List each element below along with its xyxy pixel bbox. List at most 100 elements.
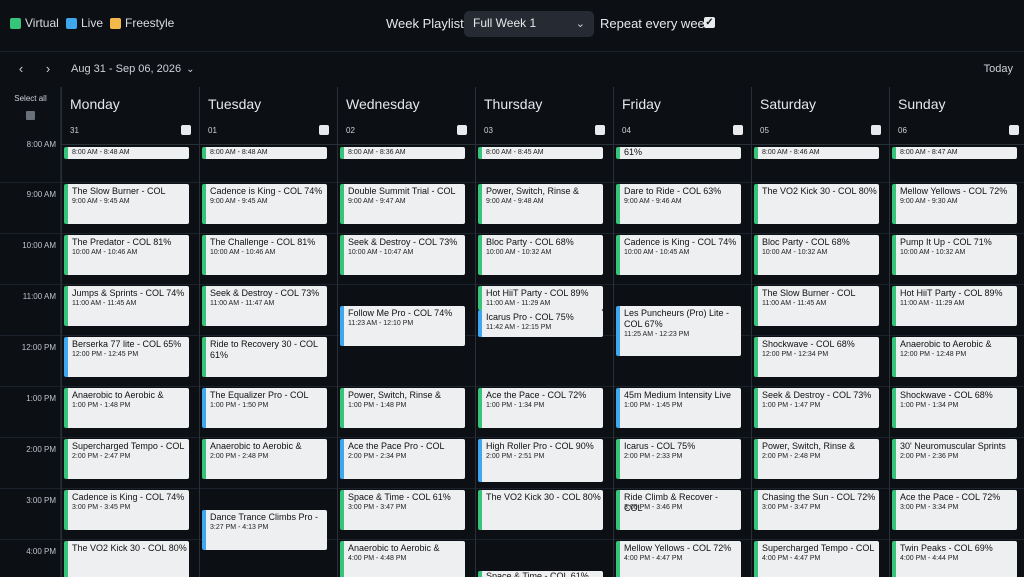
legend-virtual: Virtual	[10, 16, 59, 30]
class-event[interactable]: 8:00 AM - 8:46 AM	[754, 147, 879, 159]
class-time: 3:00 PM - 3:34 PM	[900, 504, 959, 511]
class-title: Twin Peaks - COL 69%	[900, 543, 993, 553]
class-title: Seek & Destroy - COL 73%	[762, 390, 872, 400]
class-event[interactable]: Cadence is King - COL 74% 9:00 AM - 9:45 …	[202, 184, 327, 224]
class-event[interactable]: Supercharged Tempo - COL 2:00 PM - 2:47 P…	[64, 439, 189, 479]
class-event[interactable]: The Equalizer Pro - COL 1:00 PM - 1:50 PM	[202, 388, 327, 428]
day-name: Tuesday	[208, 96, 262, 112]
class-event[interactable]: Dare to Ride - COL 63% 9:00 AM - 9:46 AM	[616, 184, 741, 224]
class-event[interactable]: Jumps & Sprints - COL 74% 11:00 AM - 11:4…	[64, 286, 189, 326]
class-event[interactable]: Seek & Destroy - COL 73% 10:00 AM - 10:47…	[340, 235, 465, 275]
class-event[interactable]: Twin Peaks - COL 69% 4:00 PM - 4:44 PM	[892, 541, 1017, 577]
class-event[interactable]: Chasing the Sun - COL 72% 3:00 PM - 3:47 …	[754, 490, 879, 530]
class-event[interactable]: Power, Switch, Rinse & 9:00 AM - 9:48 AM	[478, 184, 603, 224]
class-event[interactable]: 8:00 AM - 8:48 AM	[202, 147, 327, 159]
day-select-checkbox[interactable]	[1009, 125, 1019, 135]
class-event[interactable]: Hot HiiT Party - COL 89% 11:00 AM - 11:29…	[478, 286, 603, 310]
day-number: 06	[898, 126, 907, 135]
class-event[interactable]: Shockwave - COL 68% 1:00 PM - 1:34 PM	[892, 388, 1017, 428]
class-event[interactable]: 45m Medium Intensity Live 1:00 PM - 1:45 …	[616, 388, 741, 428]
class-event[interactable]: Icarus Pro - COL 75% 11:42 AM - 12:15 PM	[478, 310, 603, 337]
class-event[interactable]: Cadence is King - COL 74% 3:00 PM - 3:45 …	[64, 490, 189, 530]
class-time: 11:00 AM - 11:29 AM	[486, 300, 551, 307]
next-week-button[interactable]: ›	[41, 61, 55, 76]
day-select-checkbox[interactable]	[733, 125, 743, 135]
class-event[interactable]: 61%	[616, 147, 741, 159]
class-event[interactable]: Hot HiiT Party - COL 89% 11:00 AM - 11:29…	[892, 286, 1017, 326]
today-button[interactable]: Today	[984, 63, 1013, 75]
class-time: 11:00 AM - 11:47 AM	[210, 300, 275, 307]
class-event[interactable]: The Slow Burner - COL 9:00 AM - 9:45 AM	[64, 184, 189, 224]
class-event[interactable]: Space & Time - COL 61% 3:00 PM - 3:47 PM	[340, 490, 465, 530]
class-event[interactable]: Ace the Pace Pro - COL 2:00 PM - 2:34 PM	[340, 439, 465, 479]
class-event[interactable]: Seek & Destroy - COL 73% 11:00 AM - 11:47…	[202, 286, 327, 326]
class-title: Bloc Party - COL 68%	[762, 237, 850, 247]
class-time: 2:00 PM - 2:36 PM	[900, 453, 959, 460]
date-range-picker[interactable]: Aug 31 - Sep 06, 2026 ⌄	[71, 63, 194, 75]
class-event[interactable]: Power, Switch, Rinse & 1:00 PM - 1:48 PM	[340, 388, 465, 428]
class-event[interactable]: The Slow Burner - COL 11:00 AM - 11:45 AM	[754, 286, 879, 326]
class-event[interactable]: The Predator - COL 81% 10:00 AM - 10:46 A…	[64, 235, 189, 275]
day-select-checkbox[interactable]	[457, 125, 467, 135]
day-select-checkbox[interactable]	[319, 125, 329, 135]
class-event[interactable]: Berserka 77 lite - COL 65% 12:00 PM - 12:…	[64, 337, 189, 377]
class-event[interactable]: 8:00 AM - 8:48 AM	[64, 147, 189, 159]
class-event[interactable]: 8:00 AM - 8:36 AM	[340, 147, 465, 159]
class-event[interactable]: Ace the Pace - COL 72% 3:00 PM - 3:34 PM	[892, 490, 1017, 530]
chevron-down-icon: ⌄	[575, 18, 585, 30]
class-event[interactable]: Bloc Party - COL 68% 10:00 AM - 10:32 AM	[754, 235, 879, 275]
class-event[interactable]: Dance Trance Climbs Pro - 3:27 PM - 4:13 …	[202, 510, 327, 550]
class-event[interactable]: The VO2 Kick 30 - COL 80%	[64, 541, 189, 577]
class-event[interactable]: Double Summit Trial - COL 9:00 AM - 9:47 …	[340, 184, 465, 224]
class-event[interactable]: Power, Switch, Rinse & 2:00 PM - 2:48 PM	[754, 439, 879, 479]
select-all-checkbox[interactable]	[26, 111, 35, 120]
class-event[interactable]: Mellow Yellows - COL 72% 9:00 AM - 9:30 A…	[892, 184, 1017, 224]
class-event[interactable]: Seek & Destroy - COL 73% 1:00 PM - 1:47 P…	[754, 388, 879, 428]
class-event[interactable]: Ride Climb & Recover - COL 3:00 PM - 3:46…	[616, 490, 741, 530]
class-event[interactable]: Icarus - COL 75% 2:00 PM - 2:33 PM	[616, 439, 741, 479]
week-playlist-select[interactable]: Full Week 1 ⌄	[464, 11, 594, 37]
class-event[interactable]: Anaerobic to Aerobic & 2:00 PM - 2:48 PM	[202, 439, 327, 479]
class-event[interactable]: Bloc Party - COL 68% 10:00 AM - 10:32 AM	[478, 235, 603, 275]
class-title: Shockwave - COL 68%	[762, 339, 855, 349]
class-event[interactable]: The VO2 Kick 30 - COL 80%	[754, 184, 879, 224]
class-event[interactable]: 8:00 AM - 8:47 AM	[892, 147, 1017, 159]
class-time: 1:00 PM - 1:45 PM	[624, 402, 683, 409]
class-event[interactable]: Cadence is King - COL 74% 10:00 AM - 10:4…	[616, 235, 741, 275]
class-event[interactable]: Anaerobic to Aerobic & 1:00 PM - 1:48 PM	[64, 388, 189, 428]
previous-week-button[interactable]: ‹	[14, 61, 28, 76]
class-title: Power, Switch, Rinse &	[486, 186, 580, 196]
class-event[interactable]: Pump It Up - COL 71% 10:00 AM - 10:32 AM	[892, 235, 1017, 275]
class-event[interactable]: 8:00 AM - 8:45 AM	[478, 147, 603, 159]
class-time: 1:00 PM - 1:50 PM	[210, 402, 269, 409]
class-event[interactable]: 30' Neuromuscular Sprints 2:00 PM - 2:36 …	[892, 439, 1017, 479]
day-header: Tuesday 01	[200, 87, 337, 145]
class-event[interactable]: Ride to Recovery 30 - COL 61%	[202, 337, 327, 377]
class-event[interactable]: Supercharged Tempo - COL 4:00 PM - 4:47 P…	[754, 541, 879, 577]
class-event[interactable]: Space & Time - COL 61%	[478, 571, 603, 577]
class-title: Icarus - COL 75%	[624, 441, 696, 451]
class-event[interactable]: Ace the Pace - COL 72% 1:00 PM - 1:34 PM	[478, 388, 603, 428]
class-event[interactable]: Shockwave - COL 68% 12:00 PM - 12:34 PM	[754, 337, 879, 377]
class-time: 8:00 AM - 8:45 AM	[486, 149, 544, 156]
class-title: Ace the Pace Pro - COL	[348, 441, 445, 451]
class-event[interactable]: Follow Me Pro - COL 74% 11:23 AM - 12:10 …	[340, 306, 465, 346]
class-time: 3:00 PM - 3:45 PM	[72, 504, 131, 511]
class-time: 11:23 AM - 12:10 PM	[348, 320, 414, 327]
day-select-checkbox[interactable]	[181, 125, 191, 135]
repeat-every-week-checkbox[interactable]: ✓	[704, 17, 715, 28]
class-event[interactable]: The VO2 Kick 30 - COL 80%	[478, 490, 603, 530]
class-event[interactable]: Mellow Yellows - COL 72% 4:00 PM - 4:47 P…	[616, 541, 741, 577]
class-event[interactable]: Anaerobic to Aerobic & 12:00 PM - 12:48 P…	[892, 337, 1017, 377]
day-select-checkbox[interactable]	[595, 125, 605, 135]
day-select-checkbox[interactable]	[871, 125, 881, 135]
time-label: 8:00 AM	[26, 140, 56, 149]
class-event[interactable]: High Roller Pro - COL 90% 2:00 PM - 2:51 …	[478, 439, 603, 482]
class-title: Power, Switch, Rinse &	[348, 390, 442, 400]
class-time: 9:00 AM - 9:48 AM	[486, 198, 544, 205]
class-event[interactable]: The Challenge - COL 81% 10:00 AM - 10:46 …	[202, 235, 327, 275]
day-name: Thursday	[484, 96, 543, 112]
class-event[interactable]: Anaerobic to Aerobic & 4:00 PM - 4:48 PM	[340, 541, 465, 577]
class-time: 9:00 AM - 9:45 AM	[210, 198, 268, 205]
class-event[interactable]: Les Puncheurs (Pro) Lite - COL 67% 11:25 …	[616, 306, 741, 356]
